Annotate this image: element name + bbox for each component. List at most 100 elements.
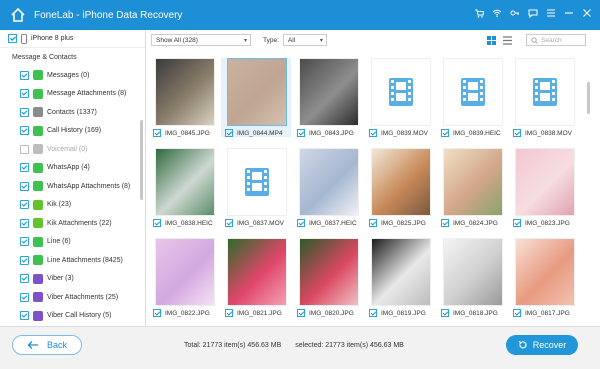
- sidebar-scrollbar[interactable]: [140, 120, 143, 200]
- file-checkbox[interactable]: [441, 129, 449, 137]
- file-tile[interactable]: IMG_0820.JPG: [293, 238, 363, 317]
- search-input[interactable]: Search: [526, 34, 586, 46]
- item-checkbox[interactable]: [20, 237, 29, 247]
- item-checkbox[interactable]: [20, 200, 29, 210]
- file-tile[interactable]: IMG_0843.JPG: [293, 58, 363, 137]
- photo-thumbnail[interactable]: [515, 238, 575, 306]
- type-select[interactable]: All ▾: [282, 34, 327, 46]
- file-checkbox[interactable]: [225, 219, 233, 227]
- file-tile[interactable]: IMG_0837.HEIC: [293, 148, 363, 227]
- file-checkbox[interactable]: [297, 309, 305, 317]
- file-checkbox[interactable]: [153, 219, 161, 227]
- sidebar-item[interactable]: Contacts (1337): [0, 103, 145, 122]
- video-file-icon[interactable]: [515, 58, 575, 126]
- photo-thumbnail[interactable]: [299, 238, 359, 306]
- sidebar-item[interactable]: Voicemail (0): [0, 140, 145, 159]
- file-tile[interactable]: IMG_0817.JPG: [509, 238, 579, 317]
- grid-view-icon[interactable]: [486, 35, 496, 45]
- item-checkbox[interactable]: [20, 126, 29, 136]
- minimize-icon[interactable]: [564, 8, 574, 18]
- home-icon[interactable]: [6, 3, 30, 27]
- item-checkbox[interactable]: [20, 255, 29, 265]
- file-checkbox[interactable]: [225, 309, 233, 317]
- item-checkbox[interactable]: [20, 163, 29, 173]
- file-checkbox[interactable]: [153, 309, 161, 317]
- video-file-icon[interactable]: [371, 58, 431, 126]
- item-checkbox[interactable]: [20, 274, 29, 284]
- file-tile[interactable]: IMG_0819.JPG: [365, 238, 435, 317]
- video-file-icon[interactable]: [227, 148, 287, 216]
- photo-thumbnail[interactable]: [299, 148, 359, 216]
- item-checkbox[interactable]: [20, 218, 29, 228]
- item-checkbox[interactable]: [20, 181, 29, 191]
- item-checkbox[interactable]: [20, 89, 29, 99]
- device-checkbox[interactable]: [8, 34, 17, 43]
- file-checkbox[interactable]: [297, 219, 305, 227]
- photo-thumbnail[interactable]: [227, 238, 287, 306]
- sidebar-item[interactable]: Viber Attachments (25): [0, 288, 145, 307]
- file-tile[interactable]: IMG_0844.MP4: [221, 58, 291, 137]
- file-tile[interactable]: IMG_0838.HEIC: [149, 148, 219, 227]
- photo-thumbnail[interactable]: [371, 238, 431, 306]
- item-checkbox[interactable]: [20, 144, 29, 154]
- show-filter-select[interactable]: Show All (328) ▾: [151, 34, 251, 46]
- video-file-icon[interactable]: [443, 58, 503, 126]
- file-checkbox[interactable]: [441, 219, 449, 227]
- file-tile[interactable]: IMG_0837.MOV: [221, 148, 291, 227]
- photo-thumbnail[interactable]: [155, 148, 215, 216]
- file-checkbox[interactable]: [513, 129, 521, 137]
- file-tile[interactable]: IMG_0838.MOV: [509, 58, 579, 137]
- file-tile[interactable]: IMG_0825.JPG: [365, 148, 435, 227]
- cart-icon[interactable]: [474, 8, 484, 18]
- photo-thumbnail[interactable]: [155, 58, 215, 126]
- item-checkbox[interactable]: [20, 107, 29, 117]
- file-tile[interactable]: IMG_0821.JPG: [221, 238, 291, 317]
- sidebar-item[interactable]: Line (6): [0, 233, 145, 252]
- file-tile[interactable]: IMG_0839.MOV: [365, 58, 435, 137]
- sidebar-item[interactable]: WhatsApp Attachments (8): [0, 177, 145, 196]
- close-icon[interactable]: [582, 8, 592, 18]
- grid-scrollbar[interactable]: [587, 82, 590, 114]
- item-checkbox[interactable]: [20, 70, 29, 80]
- sidebar-item[interactable]: Kik Attachments (22): [0, 214, 145, 233]
- file-checkbox[interactable]: [369, 129, 377, 137]
- sidebar-item[interactable]: Viber Call History (5): [0, 307, 145, 326]
- photo-thumbnail[interactable]: [227, 58, 287, 126]
- file-checkbox[interactable]: [369, 219, 377, 227]
- file-checkbox[interactable]: [513, 309, 521, 317]
- photo-thumbnail[interactable]: [443, 148, 503, 216]
- file-tile[interactable]: IMG_0823.JPG: [509, 148, 579, 227]
- sidebar-item[interactable]: Viber (3): [0, 270, 145, 289]
- recover-button[interactable]: Recover: [506, 335, 578, 355]
- file-checkbox[interactable]: [441, 309, 449, 317]
- photo-thumbnail[interactable]: [371, 148, 431, 216]
- menu-icon[interactable]: [546, 8, 556, 18]
- sidebar-item[interactable]: Message Attachments (8): [0, 85, 145, 104]
- sidebar-item[interactable]: Messages (0): [0, 66, 145, 85]
- file-tile[interactable]: IMG_0822.JPG: [149, 238, 219, 317]
- file-tile[interactable]: IMG_0839.HEIC: [437, 58, 507, 137]
- sidebar-item[interactable]: WhatsApp (4): [0, 159, 145, 178]
- sidebar-item[interactable]: Call History (169): [0, 122, 145, 141]
- sidebar-item[interactable]: Line Attachments (8425): [0, 251, 145, 270]
- back-button[interactable]: Back: [12, 335, 82, 355]
- file-checkbox[interactable]: [225, 129, 233, 137]
- item-checkbox[interactable]: [20, 311, 29, 321]
- wifi-icon[interactable]: [492, 8, 502, 18]
- list-view-icon[interactable]: [502, 35, 512, 45]
- device-row[interactable]: iPhone 8 plus: [0, 30, 145, 48]
- photo-thumbnail[interactable]: [515, 148, 575, 216]
- photo-thumbnail[interactable]: [443, 238, 503, 306]
- file-tile[interactable]: IMG_0818.JPG: [437, 238, 507, 317]
- file-tile[interactable]: IMG_0824.JPG: [437, 148, 507, 227]
- file-checkbox[interactable]: [153, 129, 161, 137]
- chat-icon[interactable]: [528, 8, 538, 18]
- file-tile[interactable]: IMG_0845.JPG: [149, 58, 219, 137]
- key-icon[interactable]: [510, 8, 520, 18]
- item-checkbox[interactable]: [20, 292, 29, 302]
- sidebar-item[interactable]: Kik (23): [0, 196, 145, 215]
- photo-thumbnail[interactable]: [155, 238, 215, 306]
- file-checkbox[interactable]: [513, 219, 521, 227]
- file-checkbox[interactable]: [369, 309, 377, 317]
- file-checkbox[interactable]: [297, 129, 305, 137]
